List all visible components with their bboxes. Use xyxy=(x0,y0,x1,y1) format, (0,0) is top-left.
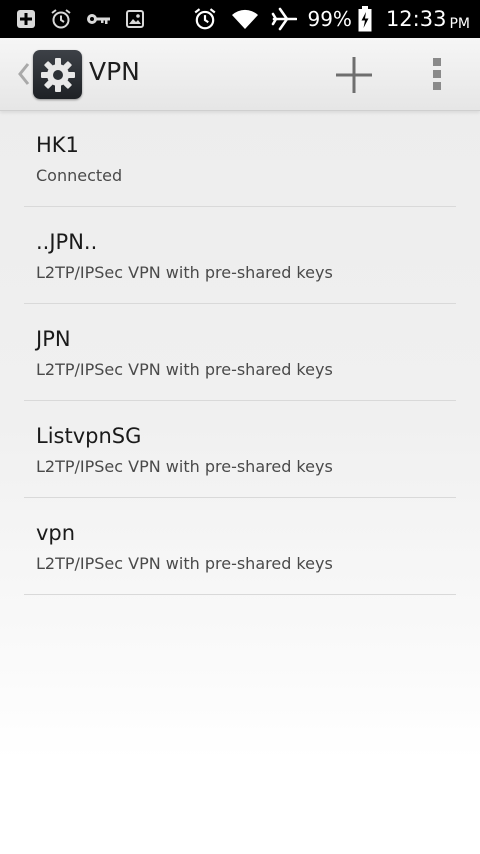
wifi-icon xyxy=(231,8,259,30)
system-icons: 99% 12:33 PM xyxy=(193,0,470,38)
vpn-profile-item[interactable]: JPN L2TP/IPSec VPN with pre-shared keys xyxy=(24,304,456,401)
vpn-profile-summary: L2TP/IPSec VPN with pre-shared keys xyxy=(36,360,333,379)
status-bar: 99% 12:33 PM xyxy=(0,0,480,38)
add-box-icon xyxy=(16,9,36,29)
vpn-profile-name: JPN xyxy=(36,327,71,351)
vpn-profile-item[interactable]: ..JPN.. L2TP/IPSec VPN with pre-shared k… xyxy=(24,207,456,304)
up-navigation-caret-icon[interactable] xyxy=(18,63,30,89)
vpn-profile-item[interactable]: vpn L2TP/IPSec VPN with pre-shared keys xyxy=(24,498,456,595)
clock-time: 12:33 xyxy=(385,7,447,31)
clock-ampm: PM xyxy=(449,16,470,32)
vpn-profile-summary: L2TP/IPSec VPN with pre-shared keys xyxy=(36,457,333,476)
vpn-profile-item[interactable]: ListvpnSG L2TP/IPSec VPN with pre-shared… xyxy=(24,401,456,498)
add-vpn-button[interactable] xyxy=(334,55,374,95)
overflow-menu-icon xyxy=(431,56,443,92)
image-icon xyxy=(126,10,144,28)
overflow-menu-button[interactable] xyxy=(422,52,452,96)
vpn-profile-summary: L2TP/IPSec VPN with pre-shared keys xyxy=(36,554,333,573)
airplane-icon xyxy=(271,7,298,31)
vpn-profile-name: HK1 xyxy=(36,133,79,157)
vpn-profile-name: ListvpnSG xyxy=(36,424,142,448)
vpn-profile-name: ..JPN.. xyxy=(36,230,98,254)
add-icon xyxy=(335,56,373,94)
action-bar: VPN xyxy=(0,38,480,111)
page-title: VPN xyxy=(89,57,140,86)
vpn-profile-summary: L2TP/IPSec VPN with pre-shared keys xyxy=(36,263,333,282)
settings-gear-icon[interactable] xyxy=(33,50,82,99)
vpn-profile-name: vpn xyxy=(36,521,76,545)
vpn-profile-summary: Connected xyxy=(36,166,123,185)
notification-icons xyxy=(16,0,144,38)
key-icon xyxy=(86,11,112,27)
vpn-settings-screen: 99% 12:33 PM VPN HK1 Connected ..JPN.. L… xyxy=(0,0,480,854)
battery-charging-icon xyxy=(358,6,372,32)
vpn-profile-item[interactable]: HK1 Connected xyxy=(24,110,456,207)
alarm-icon xyxy=(193,7,217,31)
battery-percent: 99% xyxy=(307,7,352,31)
alarm-icon xyxy=(50,8,72,30)
vpn-profile-list: HK1 Connected ..JPN.. L2TP/IPSec VPN wit… xyxy=(24,110,456,595)
clock: 12:33 PM xyxy=(385,7,470,32)
